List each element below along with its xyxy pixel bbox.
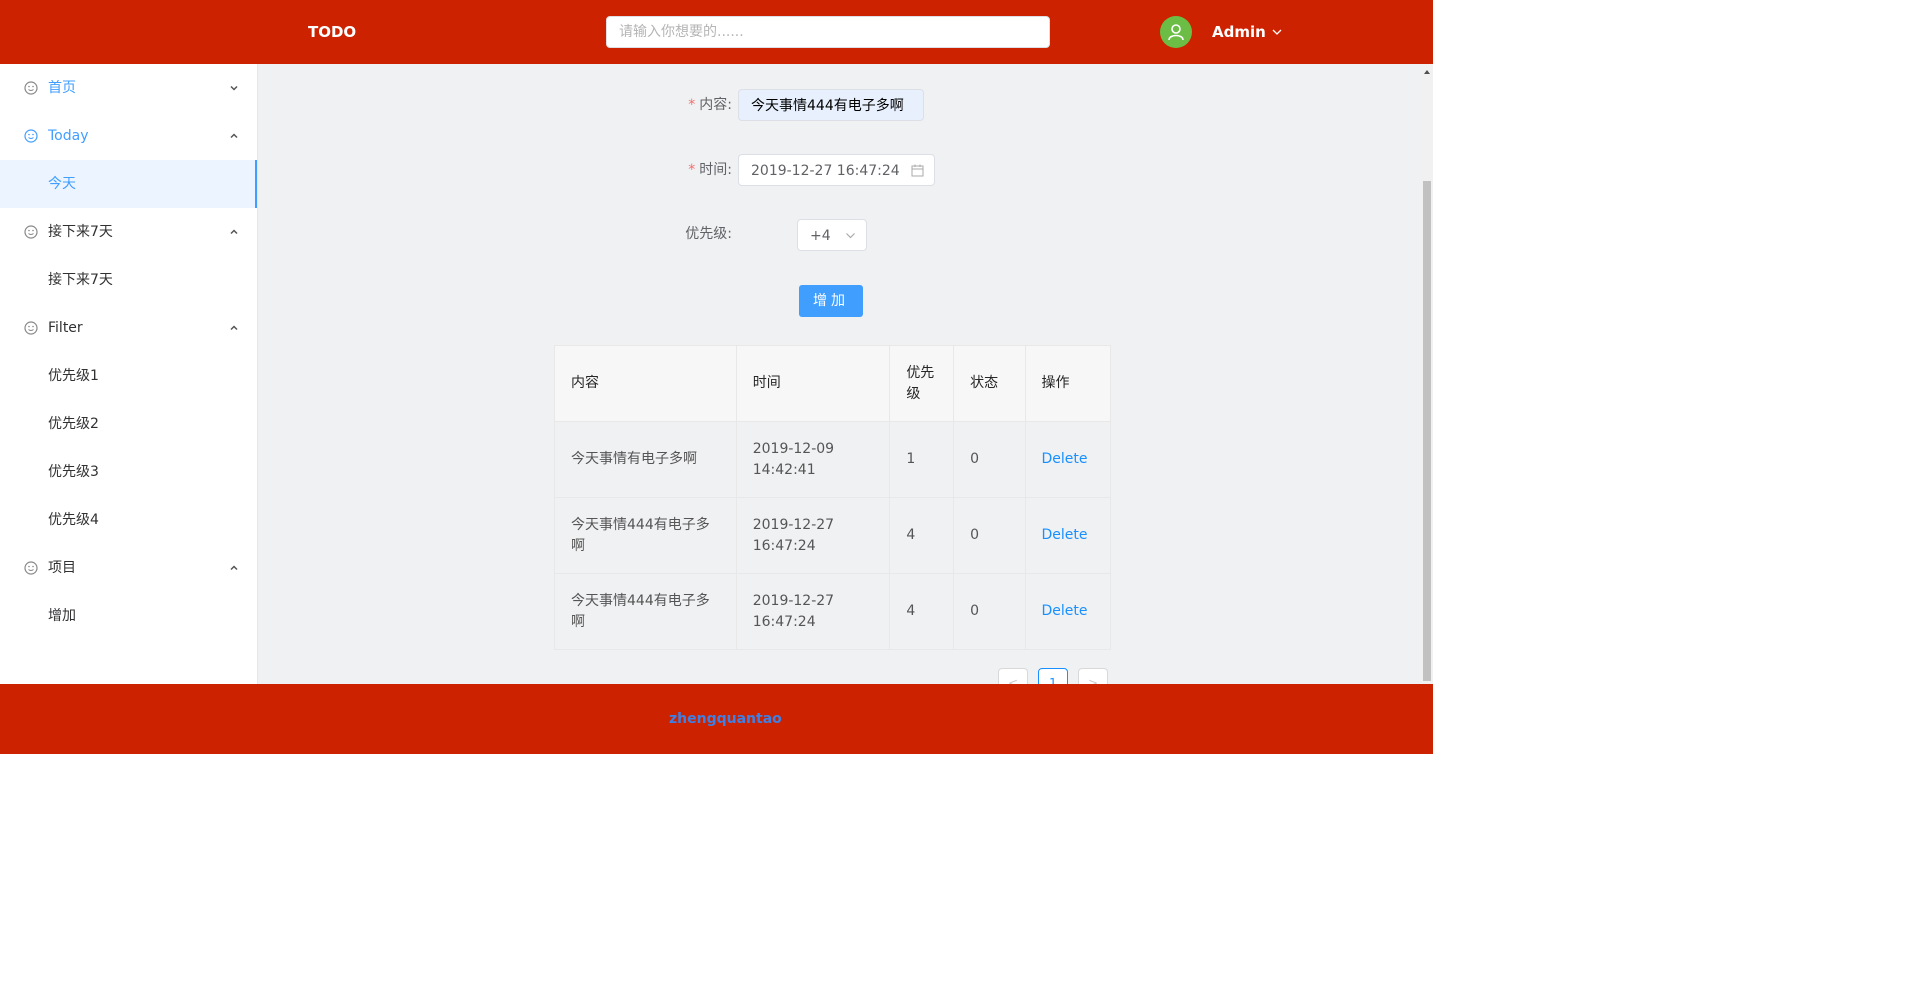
sidebar: 首页 Today 今天 接下来7天 接下来7天 Filter 优先级1 优先级2… [0,64,258,684]
cell-priority: 4 [889,573,955,650]
sidebar-item-label: 接下来7天 [48,272,113,288]
main-scrollbar[interactable] [1421,64,1433,684]
content-label: * 内容: [612,89,732,121]
priority-label-text: 优先级: [685,226,732,242]
cell-content: 今天事情444有电子多啊 [554,573,737,650]
sidebar-item-priority4[interactable]: 优先级4 [0,496,257,544]
pagination-prev-button[interactable]: < [998,668,1028,684]
cell-priority: 1 [889,421,955,498]
sidebar-item-project-add[interactable]: 增加 [0,592,257,640]
sidebar-item-label: 增加 [48,608,76,624]
cell-time: 2019-12-09 14:42:41 [735,421,891,498]
smile-icon [24,129,38,143]
chevron-up-icon [230,565,238,571]
content-label-text: 内容: [699,97,732,113]
footer: zhengquantao [0,684,1433,754]
sidebar-item-home[interactable]: 首页 [0,64,257,112]
chevron-down-icon [846,233,855,239]
cell-time: 2019-12-27 16:47:24 [735,573,891,650]
table-row: 今天事情444有电子多啊 2019-12-27 16:47:24 4 0 Del… [554,497,1112,574]
sidebar-item-next7[interactable]: 接下来7天 [0,208,257,256]
sidebar-item-filter[interactable]: Filter [0,304,257,352]
smile-icon [24,225,38,239]
datetime-value: 2019-12-27 16:47:24 [751,163,900,179]
time-label-text: 时间: [699,162,732,178]
sidebar-item-label: 优先级1 [48,368,99,384]
user-icon [1168,24,1184,41]
scroll-thumb[interactable] [1423,181,1431,681]
delete-link[interactable]: Delete [1042,603,1088,619]
app-root: TODO Admin 首页 Today 今天 [0,0,1433,754]
calendar-icon [911,164,924,177]
pagination-page-1[interactable]: 1 [1038,668,1068,684]
required-mark: * [688,162,696,178]
cell-status: 0 [953,497,1026,574]
column-header-status: 状态 [953,345,1026,422]
chevron-up-icon [230,133,238,139]
priority-value: +4 [810,228,831,244]
cell-content: 今天事情444有电子多啊 [554,497,737,574]
cell-content: 今天事情有电子多啊 [554,421,737,498]
sidebar-item-label: 项目 [48,560,76,576]
sidebar-item-label: 优先级3 [48,464,99,480]
sidebar-item-today-sub[interactable]: 今天 [0,160,257,208]
smile-icon [24,81,38,95]
main-content: * 内容: 今天事情444有电子多啊 * 时间: 2019-12-27 16:47:… [258,64,1421,684]
priority-select[interactable]: +4 [797,219,867,251]
column-header-priority: 优先 级 [889,345,955,422]
table-row: 今天事情444有电子多啊 2019-12-27 16:47:24 4 0 Del… [554,573,1112,650]
top-header: TODO Admin [0,0,1433,64]
chevron-up-icon [230,325,238,331]
chevron-down-icon [1272,29,1282,35]
sidebar-item-today[interactable]: Today [0,112,257,160]
sidebar-item-label: 优先级4 [48,512,99,528]
column-header-content: 内容 [554,345,737,422]
cell-action: Delete [1024,573,1112,650]
sidebar-item-priority2[interactable]: 优先级2 [0,400,257,448]
sidebar-item-project[interactable]: 项目 [0,544,257,592]
chevron-down-icon [230,85,238,91]
required-mark: * [688,97,696,113]
table-header-row: 内容 时间 优先 级 状态 操作 [554,345,1112,422]
cell-time: 2019-12-27 16:47:24 [735,497,891,574]
search-input[interactable] [606,16,1050,48]
smile-icon [24,561,38,575]
sidebar-item-label: 首页 [48,80,76,96]
delete-link[interactable]: Delete [1042,451,1088,467]
datetime-picker[interactable]: 2019-12-27 16:47:24 [738,154,935,186]
cell-action: Delete [1024,497,1112,574]
sidebar-item-label: 优先级2 [48,416,99,432]
time-label: * 时间: [612,154,732,186]
sidebar-item-priority1[interactable]: 优先级1 [0,352,257,400]
delete-link[interactable]: Delete [1042,527,1088,543]
table-row: 今天事情有电子多啊 2019-12-09 14:42:41 1 0 Delete [554,421,1112,498]
sidebar-item-label: 接下来7天 [48,224,113,240]
pagination-next-button[interactable]: > [1078,668,1108,684]
sidebar-item-priority3[interactable]: 优先级3 [0,448,257,496]
cell-status: 0 [953,421,1026,498]
todo-table: 内容 时间 优先 级 状态 操作 今天事情有电子多啊 2019-12-09 14… [554,345,1112,650]
user-name: Admin [1212,23,1266,41]
sidebar-item-label: Filter [48,320,83,336]
scroll-up-arrow-icon[interactable] [1423,68,1431,76]
sidebar-item-next7-sub[interactable]: 接下来7天 [0,256,257,304]
cell-priority: 4 [889,497,955,574]
app-logo[interactable]: TODO [308,0,356,64]
footer-text: zhengquantao [669,711,782,727]
user-menu[interactable]: Admin [1212,0,1282,64]
cell-action: Delete [1024,421,1112,498]
sidebar-item-label: 今天 [48,176,76,192]
column-header-time: 时间 [735,345,891,422]
chevron-up-icon [230,229,238,235]
cell-status: 0 [953,573,1026,650]
sidebar-item-label: Today [48,128,89,144]
smile-icon [24,321,38,335]
content-input[interactable]: 今天事情444有电子多啊 [738,89,924,121]
add-button[interactable]: 增加 [799,285,863,317]
avatar[interactable] [1160,16,1192,48]
priority-label: 优先级: [612,218,732,250]
column-header-action: 操作 [1024,345,1112,422]
